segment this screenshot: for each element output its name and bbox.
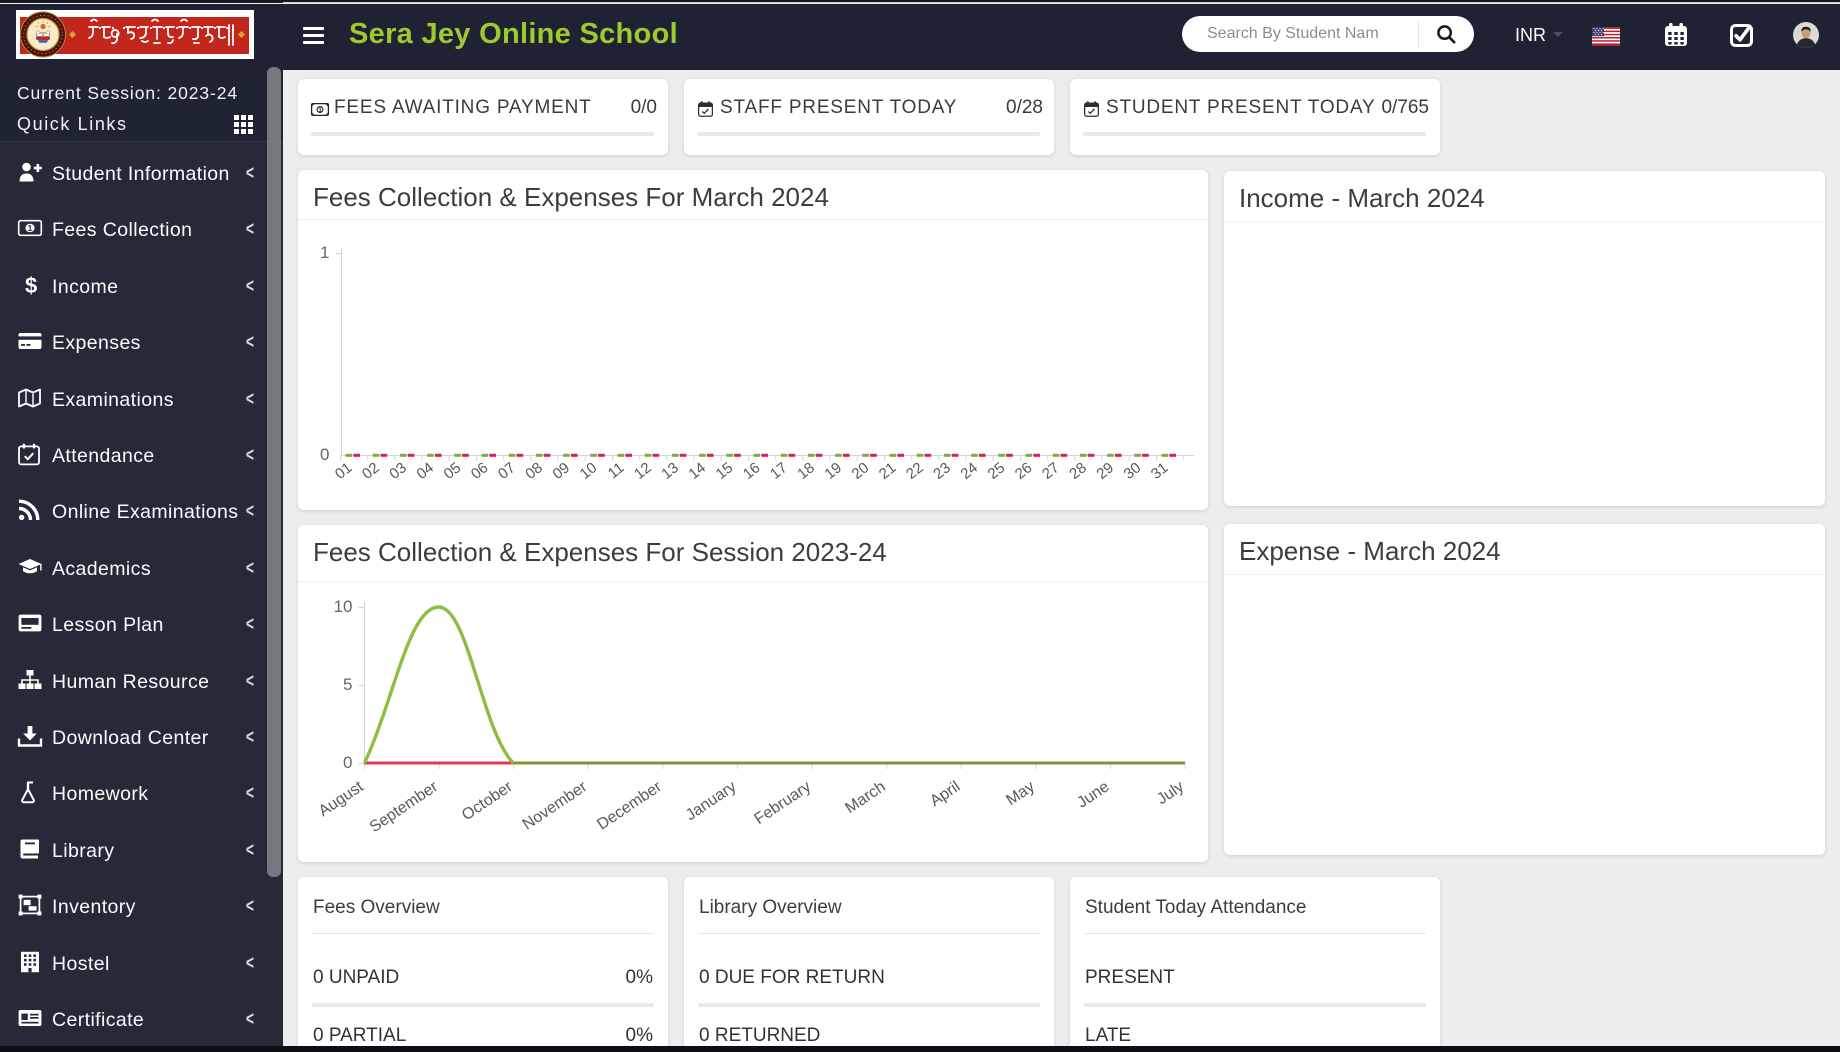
svg-text:1: 1	[318, 107, 322, 114]
svg-text:11: 11	[605, 459, 628, 482]
svg-text:12: 12	[631, 459, 655, 483]
svg-text:03: 03	[386, 459, 410, 483]
svg-text:August: August	[316, 778, 367, 820]
svg-text:March: March	[842, 778, 888, 817]
svg-text:01: 01	[332, 459, 356, 483]
svg-text:10: 10	[334, 597, 353, 616]
svg-text:13: 13	[658, 459, 682, 483]
svg-text:20: 20	[849, 459, 873, 483]
svg-text:05: 05	[441, 459, 465, 483]
svg-text:23: 23	[930, 459, 954, 483]
svg-text:January: January	[683, 778, 740, 824]
svg-text:May: May	[1003, 778, 1038, 809]
svg-text:07: 07	[495, 459, 519, 483]
svg-text:06: 06	[468, 459, 492, 483]
svg-text:10: 10	[577, 459, 601, 483]
svg-text:July: July	[1154, 778, 1187, 808]
svg-text:16: 16	[740, 459, 764, 483]
svg-text:December: December	[594, 778, 665, 834]
svg-text:18: 18	[794, 459, 818, 483]
svg-text:02: 02	[359, 459, 383, 483]
svg-text:17: 17	[767, 459, 791, 483]
svg-text:26: 26	[1012, 459, 1036, 483]
svg-text:08: 08	[522, 459, 546, 483]
svg-text:1: 1	[320, 243, 329, 262]
svg-text:0: 0	[320, 445, 329, 464]
svg-text:27: 27	[1039, 459, 1063, 483]
svg-text:April: April	[927, 778, 963, 810]
svg-text:19: 19	[821, 459, 845, 483]
svg-text:14: 14	[685, 459, 709, 483]
svg-text:29: 29	[1093, 459, 1117, 483]
svg-text:September: September	[367, 778, 442, 836]
svg-text:09: 09	[549, 459, 573, 483]
svg-text:June: June	[1074, 778, 1112, 812]
svg-text:$: $	[25, 273, 37, 298]
svg-text:5: 5	[343, 675, 352, 694]
svg-text:30: 30	[1121, 459, 1145, 483]
svg-text:15: 15	[713, 459, 737, 483]
svg-text:1: 1	[28, 223, 33, 233]
svg-text:21: 21	[876, 459, 900, 483]
svg-text:24: 24	[957, 459, 981, 483]
svg-text:October: October	[459, 778, 516, 824]
svg-text:February: February	[752, 778, 815, 828]
svg-text:22: 22	[903, 459, 927, 483]
svg-text:04: 04	[413, 459, 437, 483]
svg-text:November: November	[520, 778, 591, 834]
svg-text:31: 31	[1148, 459, 1172, 483]
svg-text:0: 0	[343, 753, 352, 772]
svg-text:28: 28	[1066, 459, 1090, 483]
svg-text:25: 25	[985, 459, 1009, 483]
